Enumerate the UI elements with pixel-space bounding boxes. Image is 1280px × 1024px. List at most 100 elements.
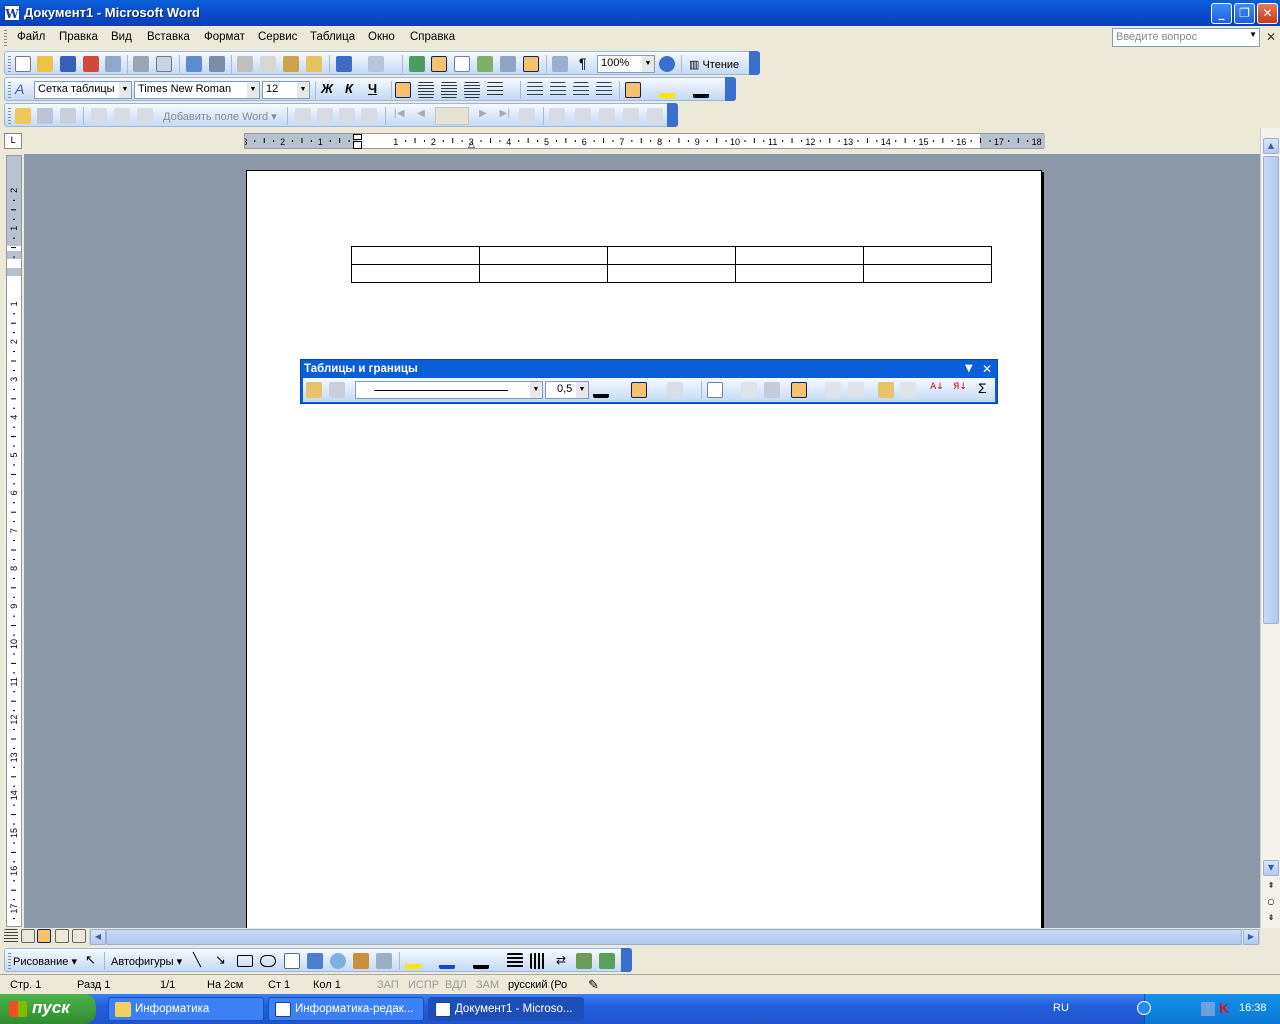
table-cell[interactable] [607,264,736,283]
document-map-icon[interactable] [552,56,568,72]
font-combo[interactable]: Times New Roman ▼ [134,81,260,99]
document-close-icon[interactable]: ✕ [1266,30,1276,44]
status-overtype[interactable]: ЗАМ [476,979,499,991]
menu-edit[interactable]: Правка [59,31,98,43]
sort-ascending-icon[interactable]: A↓ [929,382,945,398]
arrow-style-icon[interactable]: ⇄ [553,953,569,969]
horizontal-ruler[interactable]: 321123456789101112131415161718 △ [244,133,1045,150]
draw-table-icon[interactable] [306,382,322,398]
align-center-icon[interactable] [418,82,434,98]
scroll-thumb[interactable] [1263,156,1279,624]
rectangle-tool-icon[interactable] [237,955,253,967]
status-language[interactable]: русский (Ро [508,979,567,991]
bullets-icon[interactable] [550,82,566,98]
underline-button[interactable]: Ч [368,81,377,96]
toolbar-options-icon[interactable] [621,948,632,972]
taskbar-item-informatika[interactable]: Информатика [108,997,264,1021]
toolbar-options-icon[interactable] [725,77,736,101]
spelling-icon[interactable] [186,56,202,72]
print-layout-view-icon[interactable] [37,929,51,943]
decrease-indent-icon[interactable] [573,82,589,98]
zoom-combo[interactable]: 100% ▼ [597,55,655,73]
bold-button[interactable]: Ж [321,81,333,96]
toolbar-grip[interactable] [8,56,11,72]
highlight-fields-icon[interactable] [317,108,333,124]
align-right-icon[interactable] [441,82,457,98]
table-cell[interactable] [479,264,608,283]
right-indent-marker[interactable]: △ [468,140,475,150]
oval-tool-icon[interactable] [260,955,276,967]
text-direction-icon[interactable] [900,382,916,398]
print-icon[interactable] [133,56,149,72]
previous-record-icon[interactable]: ◀ [413,108,429,124]
drawing-menu-button[interactable]: Рисование ▾ [13,955,77,968]
show-formatting-icon[interactable]: ¶ [579,55,587,71]
language-indicator[interactable]: RU [1053,1002,1069,1014]
vertical-scrollbar[interactable]: ▲ ▼ ⇞ ○ ⇟ [1260,128,1280,928]
highlight-icon[interactable] [659,82,675,98]
permission-icon[interactable] [83,56,99,72]
tables-borders-icon[interactable] [431,56,447,72]
add-word-field-button[interactable]: Добавить поле Word ▾ [163,110,277,123]
menu-table[interactable]: Таблица [310,31,355,43]
horizontal-scroll-thumb[interactable] [106,929,1242,945]
network-icon[interactable] [1201,1002,1215,1016]
menu-file[interactable]: Файл [17,31,45,43]
spelling-status-icon[interactable]: ✎ [588,977,599,993]
table-cell[interactable] [479,246,608,265]
menu-insert[interactable]: Вставка [147,31,190,43]
insert-table-icon[interactable] [707,382,723,398]
chevron-down-icon[interactable]: ▼ [297,82,309,98]
borders-icon[interactable] [625,82,641,98]
scroll-up-icon[interactable]: ▲ [1263,138,1279,154]
menu-view[interactable]: Вид [111,31,132,43]
autoshapes-menu-button[interactable]: Автофигуры ▾ [111,955,182,968]
scroll-left-icon[interactable]: ◀ [90,929,106,945]
insert-table-icon[interactable] [454,56,470,72]
last-record-icon[interactable]: ▶| [497,108,513,124]
chevron-down-icon[interactable]: ▼ [576,382,588,398]
menu-tools[interactable]: Сервис [258,31,297,43]
outline-view-icon[interactable] [55,929,69,943]
merge-to-document-icon[interactable] [575,108,591,124]
table-cell[interactable] [607,246,736,265]
redo-icon[interactable] [368,56,384,72]
view-merged-data-icon[interactable] [295,108,311,124]
table-cell[interactable] [863,264,992,283]
line-tool-icon[interactable]: ╲ [193,952,201,968]
help-icon[interactable] [659,56,675,72]
line-weight-combo[interactable]: 0,5 ▼ [545,381,589,399]
sort-descending-icon[interactable]: Я↓ [952,382,968,398]
justify-icon[interactable] [464,82,480,98]
italic-button[interactable]: К [345,81,353,96]
save-icon[interactable] [60,56,76,72]
eraser-icon[interactable] [329,382,345,398]
toolbar-grip[interactable] [8,108,11,124]
tab-selector[interactable]: L [4,133,22,149]
next-record-icon[interactable]: ▶ [475,108,491,124]
normal-view-icon[interactable] [4,929,18,943]
minimize-button[interactable]: _ [1211,3,1232,24]
border-color-icon[interactable] [593,382,609,398]
table-cell[interactable] [735,246,864,265]
find-entry-icon[interactable] [519,108,535,124]
insert-excel-icon[interactable] [477,56,493,72]
table-autoformat-icon[interactable] [878,382,894,398]
font-size-combo[interactable]: 12 ▼ [262,81,310,99]
outside-border-icon[interactable] [631,382,647,398]
font-color-icon[interactable] [473,953,489,969]
open-data-source-icon[interactable] [37,108,53,124]
wordart-icon[interactable] [307,953,323,969]
next-page-icon[interactable]: ⇟ [1263,911,1279,927]
merge-to-email-icon[interactable] [623,108,639,124]
insert-merge-fields-icon[interactable] [137,108,153,124]
copy-icon[interactable] [260,56,276,72]
table-cell[interactable] [863,246,992,265]
toolbar-grip[interactable] [8,82,11,98]
distribute-rows-icon[interactable] [825,382,841,398]
email-icon[interactable] [105,56,121,72]
diagram-icon[interactable] [330,953,346,969]
text-box-icon[interactable] [284,953,300,969]
chevron-down-icon[interactable]: ▼ [1249,30,1257,39]
shading-color-icon[interactable] [667,382,683,398]
